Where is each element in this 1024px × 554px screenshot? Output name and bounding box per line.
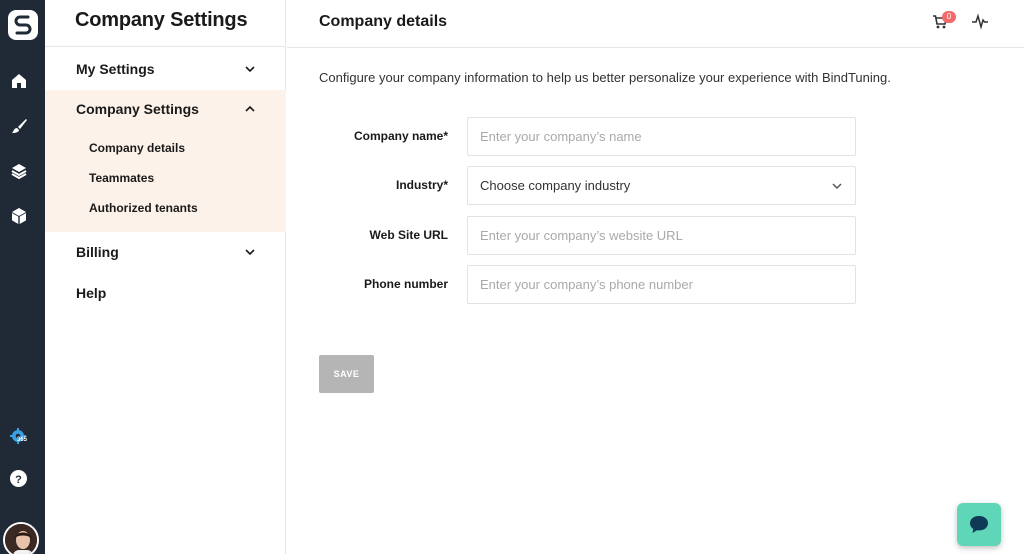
sidebar-subitem-authorized-tenants[interactable]: Authorized tenants	[89, 201, 198, 215]
chevron-down-icon	[245, 66, 255, 73]
sidebar-subitem-teammates[interactable]: Teammates	[89, 171, 154, 185]
company-name-input[interactable]	[467, 117, 856, 156]
page-title: Company details	[319, 13, 448, 30]
sidebar-item-label: Help	[76, 285, 107, 301]
avatar-image	[5, 524, 37, 554]
settings-sidebar: Company Settings My Settings Company Set…	[45, 0, 286, 554]
website-url-label: Web Site URL	[369, 228, 448, 242]
industry-select-value: Choose company industry	[480, 178, 631, 193]
form-row-company-name: Company name*	[287, 117, 1024, 157]
sidebar-item-my-settings[interactable]: My Settings	[45, 49, 286, 89]
chat-bubble-icon	[970, 516, 988, 533]
sidebar-header: Company Settings	[45, 0, 285, 47]
form-row-phone: Phone number	[287, 265, 1024, 305]
user-avatar[interactable]	[3, 522, 39, 554]
cart-button[interactable]: 0	[932, 11, 956, 30]
bindtuning-logo[interactable]	[7, 9, 39, 41]
chat-button[interactable]	[957, 503, 1001, 546]
chevron-down-icon	[245, 249, 255, 256]
page-header: Company details 0	[287, 0, 1024, 48]
sidebar-item-billing[interactable]: Billing	[45, 232, 286, 272]
form-row-website: Web Site URL	[287, 216, 1024, 256]
phone-number-input[interactable]	[467, 265, 856, 304]
sidebar-item-label: Company Settings	[76, 101, 199, 117]
cube-icon[interactable]	[10, 207, 28, 225]
home-icon[interactable]	[10, 72, 28, 90]
sidebar-item-label: Billing	[76, 244, 119, 260]
chevron-up-icon	[245, 105, 255, 112]
industry-label: Industry*	[395, 178, 448, 192]
phone-number-label: Phone number	[363, 277, 448, 291]
activity-pulse-icon[interactable]	[971, 12, 989, 30]
main-content: Company details 0 Configure your company…	[287, 0, 1024, 554]
gear-365-badge: 365	[17, 437, 28, 443]
sidebar-item-help[interactable]: Help	[45, 273, 286, 313]
layers-icon[interactable]	[10, 162, 28, 180]
form-row-industry: Industry* Choose company industry	[287, 166, 1024, 206]
save-button[interactable]: SAVE	[319, 355, 374, 393]
website-url-input[interactable]	[467, 216, 856, 255]
chevron-down-icon	[832, 183, 842, 190]
cart-count-badge: 0	[942, 11, 956, 23]
gear-365-icon[interactable]: 365	[10, 428, 32, 446]
sidebar-title: Company Settings	[75, 9, 248, 31]
help-icon[interactable]: ?	[10, 470, 27, 487]
sidebar-item-company-settings[interactable]: Company Settings	[45, 89, 286, 129]
sidebar-item-label: My Settings	[76, 61, 155, 77]
sidebar-subitem-company-details[interactable]: Company details	[89, 141, 185, 155]
industry-select[interactable]: Choose company industry	[467, 166, 856, 205]
app-rail: 365 ?	[0, 0, 45, 554]
company-name-label: Company name*	[353, 129, 448, 143]
brush-icon[interactable]	[10, 117, 28, 135]
help-glyph: ?	[15, 474, 22, 486]
intro-text: Configure your company information to he…	[319, 70, 891, 85]
